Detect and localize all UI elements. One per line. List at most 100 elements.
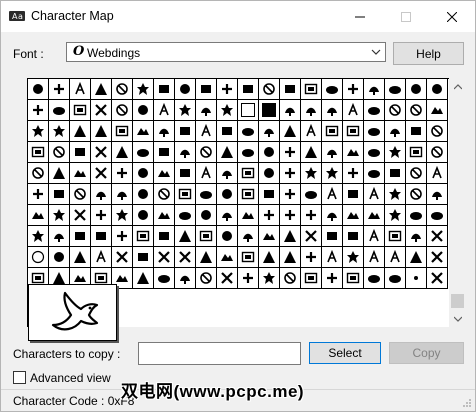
glyph-cell[interactable] — [175, 226, 196, 247]
resize-grip-icon[interactable] — [462, 398, 472, 408]
glyph-cell[interactable] — [91, 142, 112, 163]
glyph-cell[interactable] — [28, 184, 49, 205]
glyph-cell[interactable] — [406, 268, 427, 289]
glyph-cell[interactable] — [70, 247, 91, 268]
glyph-cell[interactable] — [70, 163, 91, 184]
font-dropdown[interactable]: O Webdings — [66, 42, 386, 62]
glyph-cell[interactable] — [364, 184, 385, 205]
copy-button[interactable]: Copy — [389, 342, 464, 364]
glyph-cell[interactable] — [196, 100, 217, 121]
glyph-cell[interactable] — [427, 205, 448, 226]
glyph-cell[interactable] — [238, 163, 259, 184]
glyph-cell[interactable] — [28, 226, 49, 247]
glyph-cell[interactable] — [259, 184, 280, 205]
glyph-cell[interactable] — [343, 268, 364, 289]
glyph-cell[interactable] — [364, 121, 385, 142]
glyph-cell[interactable] — [133, 163, 154, 184]
glyph-cell[interactable] — [91, 205, 112, 226]
glyph-cell[interactable] — [28, 142, 49, 163]
glyph-cell[interactable] — [238, 247, 259, 268]
glyph-cell[interactable] — [28, 163, 49, 184]
glyph-cell[interactable] — [91, 79, 112, 100]
glyph-cell[interactable] — [322, 247, 343, 268]
glyph-cell[interactable] — [175, 163, 196, 184]
glyph-cell[interactable] — [427, 142, 448, 163]
glyph-cell[interactable] — [301, 79, 322, 100]
glyph-cell[interactable] — [112, 142, 133, 163]
glyph-cell[interactable] — [70, 142, 91, 163]
glyph-cell[interactable] — [196, 79, 217, 100]
glyph-cell[interactable] — [343, 226, 364, 247]
glyph-cell[interactable] — [217, 184, 238, 205]
glyph-cell[interactable] — [154, 226, 175, 247]
glyph-cell[interactable] — [427, 184, 448, 205]
glyph-cell[interactable] — [406, 79, 427, 100]
glyph-cell[interactable] — [154, 163, 175, 184]
glyph-cell[interactable] — [196, 121, 217, 142]
glyph-cell[interactable] — [280, 121, 301, 142]
glyph-cell[interactable] — [133, 142, 154, 163]
glyph-cell[interactable] — [238, 184, 259, 205]
glyph-cell[interactable] — [49, 226, 70, 247]
glyph-cell[interactable] — [364, 247, 385, 268]
glyph-cell[interactable] — [91, 121, 112, 142]
characters-to-copy-input[interactable] — [138, 342, 301, 365]
glyph-cell[interactable] — [280, 142, 301, 163]
glyph-cell[interactable] — [91, 226, 112, 247]
glyph-cell[interactable] — [280, 247, 301, 268]
glyph-cell[interactable] — [91, 247, 112, 268]
glyph-cell[interactable] — [343, 79, 364, 100]
glyph-cell[interactable] — [427, 121, 448, 142]
glyph-cell[interactable] — [301, 142, 322, 163]
glyph-cell[interactable] — [322, 79, 343, 100]
glyph-cell[interactable] — [259, 268, 280, 289]
glyph-cell[interactable] — [133, 226, 154, 247]
close-button[interactable] — [429, 1, 475, 32]
glyph-cell[interactable] — [112, 163, 133, 184]
glyph-cell[interactable] — [217, 100, 238, 121]
glyph-cell[interactable] — [217, 121, 238, 142]
glyph-cell[interactable] — [154, 268, 175, 289]
glyph-cell[interactable] — [133, 100, 154, 121]
glyph-cell[interactable] — [112, 121, 133, 142]
glyph-cell[interactable] — [112, 205, 133, 226]
glyph-cell[interactable] — [427, 100, 448, 121]
help-button[interactable]: Help — [393, 42, 464, 65]
glyph-cell[interactable] — [280, 205, 301, 226]
glyph-cell[interactable] — [406, 163, 427, 184]
glyph-cell[interactable] — [112, 247, 133, 268]
glyph-cell[interactable] — [28, 100, 49, 121]
glyph-cell[interactable] — [70, 100, 91, 121]
glyph-cell[interactable] — [301, 163, 322, 184]
glyph-cell[interactable] — [427, 247, 448, 268]
glyph-cell[interactable] — [91, 163, 112, 184]
glyph-cell[interactable] — [112, 100, 133, 121]
glyph-cell[interactable] — [259, 100, 280, 121]
glyph-cell[interactable] — [427, 226, 448, 247]
glyph-cell[interactable] — [154, 79, 175, 100]
glyph-cell[interactable] — [154, 184, 175, 205]
glyph-cell[interactable] — [259, 163, 280, 184]
glyph-cell[interactable] — [343, 184, 364, 205]
glyph-cell[interactable] — [238, 268, 259, 289]
glyph-cell[interactable] — [364, 163, 385, 184]
glyph-cell[interactable] — [70, 79, 91, 100]
select-button[interactable]: Select — [309, 342, 381, 364]
glyph-cell[interactable] — [238, 100, 259, 121]
glyph-cell[interactable] — [301, 184, 322, 205]
glyph-cell[interactable] — [259, 247, 280, 268]
glyph-cell[interactable] — [322, 142, 343, 163]
glyph-cell[interactable] — [154, 100, 175, 121]
glyph-cell[interactable] — [385, 226, 406, 247]
glyph-cell[interactable] — [196, 205, 217, 226]
glyph-cell[interactable] — [301, 100, 322, 121]
glyph-cell[interactable] — [49, 163, 70, 184]
glyph-cell[interactable] — [238, 121, 259, 142]
glyph-cell[interactable] — [70, 184, 91, 205]
scroll-up-button[interactable] — [449, 78, 466, 95]
glyph-cell[interactable] — [259, 205, 280, 226]
glyph-cell[interactable] — [280, 163, 301, 184]
glyph-cell[interactable] — [364, 79, 385, 100]
glyph-cell[interactable] — [133, 268, 154, 289]
glyph-cell[interactable] — [28, 247, 49, 268]
